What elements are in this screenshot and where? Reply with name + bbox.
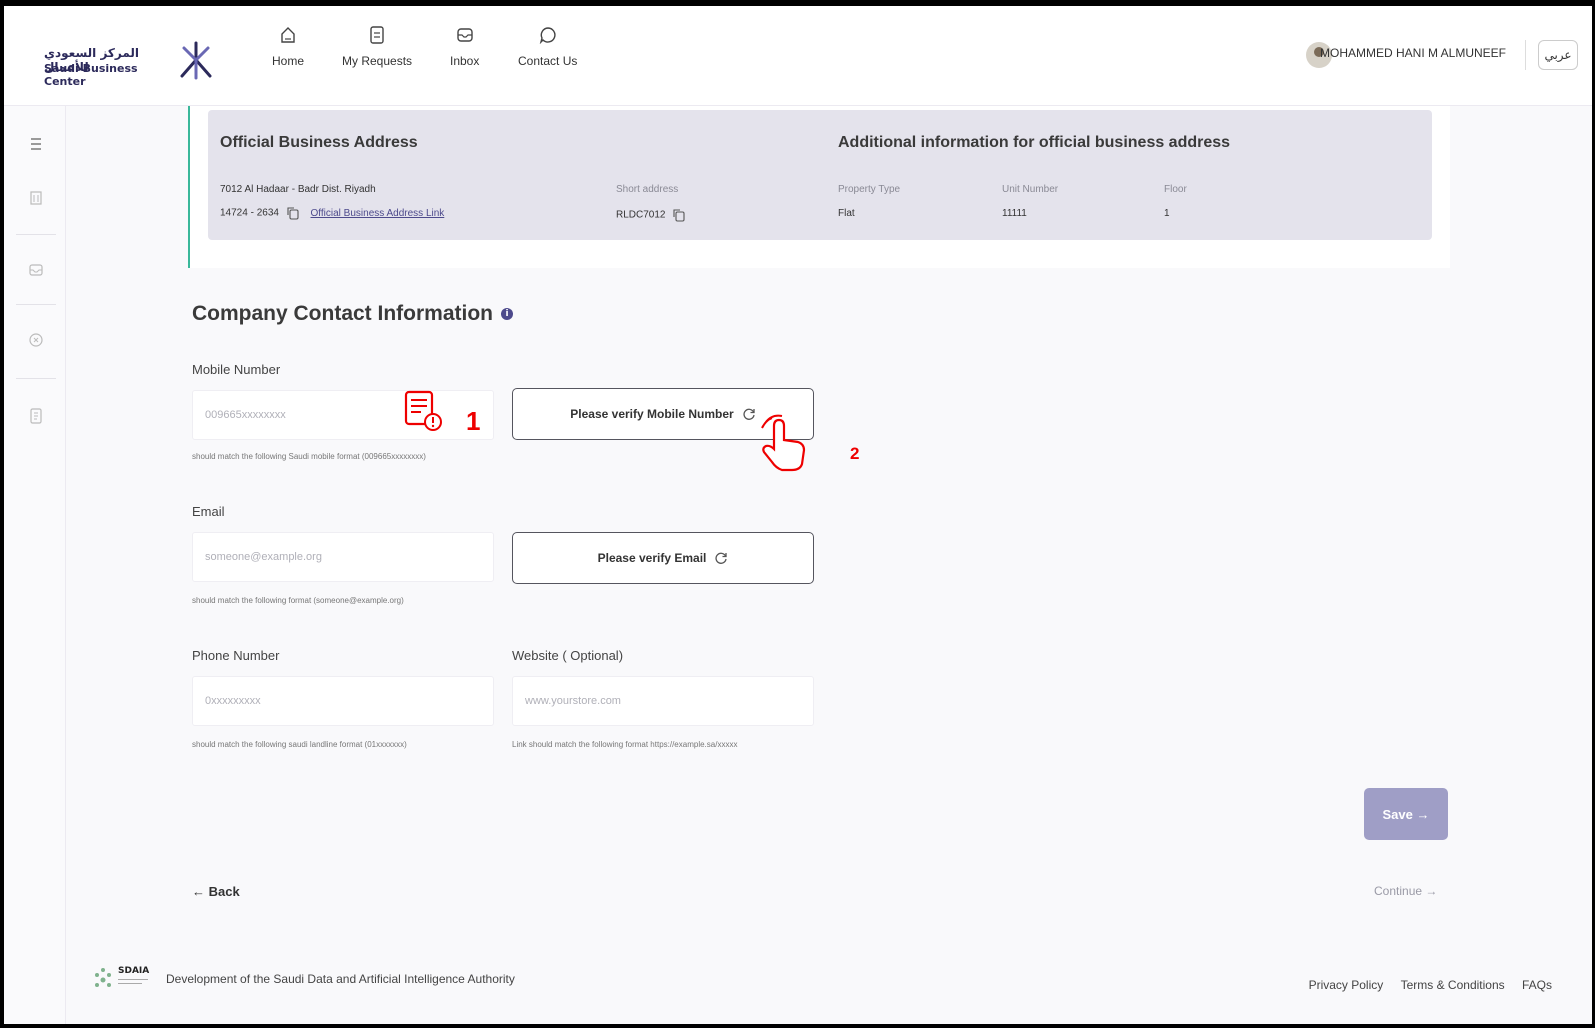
footer-links: Privacy Policy Terms & Conditions FAQs — [1295, 978, 1552, 992]
sidebar-divider — [16, 234, 56, 235]
faqs-link[interactable]: FAQs — [1522, 978, 1552, 992]
refresh-icon — [715, 552, 728, 564]
short-address-label: Short address — [616, 184, 679, 195]
saudi-business-center-logo[interactable]: المركز السعودي للأعمال Saudi Business Ce… — [44, 26, 224, 88]
official-address-title: Official Business Address — [220, 134, 418, 151]
address-line-1: 7012 Al Hadaar - Badr Dist. Riyadh — [220, 184, 376, 195]
header-divider — [1525, 40, 1526, 70]
form-warning-icon — [404, 390, 442, 431]
official-address-link[interactable]: Official Business Address Link — [311, 208, 445, 219]
floor-label: Floor — [1164, 184, 1187, 195]
sidebar-divider — [16, 304, 56, 305]
nav-my-requests[interactable]: My Requests — [342, 26, 412, 68]
sidebar-inbox-icon[interactable] — [28, 262, 44, 278]
nav-my-requests-label: My Requests — [342, 54, 413, 68]
address-card: Official Business Address 7012 Al Hadaar… — [188, 106, 1450, 268]
inbox-icon — [456, 28, 473, 42]
additional-info-title: Additional information for official busi… — [838, 134, 1231, 151]
mobile-number-hint: should match the following Saudi mobile … — [192, 452, 426, 461]
copy-icon[interactable] — [286, 206, 300, 220]
privacy-policy-link[interactable]: Privacy Policy — [1309, 978, 1384, 992]
email-hint: should match the following format (someo… — [192, 596, 404, 605]
property-type-value: Flat — [838, 208, 855, 219]
website-input[interactable]: www.yourstore.com — [512, 676, 814, 726]
phone-number-hint: should match the following saudi landlin… — [192, 740, 407, 749]
email-label: Email — [192, 504, 225, 519]
sdaia-logo-line — [118, 983, 142, 984]
verify-email-button[interactable]: Please verify Email — [512, 532, 814, 584]
nav-home[interactable]: Home — [272, 26, 304, 68]
app-frame: المركز السعودي للأعمال Saudi Business Ce… — [4, 6, 1592, 1024]
info-icon[interactable]: i — [501, 308, 514, 321]
report-icon[interactable] — [28, 408, 44, 424]
document-icon — [370, 26, 384, 44]
nav-inbox[interactable]: Inbox — [450, 26, 479, 68]
verify-mobile-label: Please verify Mobile Number — [570, 407, 734, 421]
logo-english-text: Saudi Business Center — [44, 62, 138, 88]
left-sidebar — [4, 106, 66, 1024]
address-panel: Official Business Address 7012 Al Hadaar… — [208, 110, 1432, 240]
continue-button[interactable]: Continue → — [1374, 884, 1437, 898]
mobile-number-label: Mobile Number — [192, 362, 281, 377]
website-hint: Link should match the following format h… — [512, 740, 738, 749]
step-2-annotation: 2 — [850, 444, 860, 463]
company-contact-title: Company Contact Information i — [192, 302, 514, 326]
user-name[interactable]: MOHAMMED HANI M ALMUNEEF — [1320, 46, 1506, 60]
sdaia-emblem-icon — [95, 968, 111, 987]
sdaia-logo-text: SDAIA — [118, 966, 150, 976]
top-header: المركز السعودي للأعمال Saudi Business Ce… — [4, 6, 1592, 106]
sdaia-logo: SDAIA — [92, 964, 158, 994]
mobile-number-input[interactable]: 009665xxxxxxxx — [192, 390, 494, 440]
short-address-row: RLDC7012 — [616, 208, 686, 222]
copy-icon[interactable] — [672, 208, 686, 222]
menu-icon[interactable] — [28, 136, 44, 152]
unit-number-value: 11111 — [1002, 208, 1027, 219]
save-button[interactable]: Save → — [1364, 788, 1448, 840]
terms-link[interactable]: Terms & Conditions — [1401, 978, 1505, 992]
logo-star-icon — [180, 41, 212, 80]
address-line-2: 14724 - 2634 — [220, 207, 279, 219]
sdaia-logo-line — [118, 979, 148, 980]
company-contact-title-text: Company Contact Information — [192, 302, 494, 325]
language-toggle-button[interactable]: عربي — [1538, 40, 1578, 70]
footer-credit: Development of the Saudi Data and Artifi… — [166, 972, 515, 986]
building-icon[interactable] — [28, 190, 44, 206]
home-icon — [281, 27, 295, 43]
nav-contact-us[interactable]: Contact Us — [518, 26, 577, 68]
phone-number-label: Phone Number — [192, 648, 280, 663]
unit-number-label: Unit Number — [1002, 184, 1059, 195]
back-button[interactable]: ← Back — [192, 884, 240, 899]
nav-contact-us-label: Contact Us — [518, 54, 578, 68]
click-hand-icon — [761, 414, 806, 472]
sidebar-divider — [16, 378, 56, 379]
short-address-value: RLDC7012 — [616, 209, 666, 221]
email-input[interactable]: someone@example.org — [192, 532, 494, 582]
property-type-label: Property Type — [838, 184, 901, 195]
chat-icon — [539, 27, 556, 44]
verify-email-label: Please verify Email — [597, 551, 707, 565]
phone-number-input[interactable]: 0xxxxxxxxx — [192, 676, 494, 726]
address-line-2-row: 14724 - 2634 Official Business Address L… — [220, 206, 444, 220]
floor-value: 1 — [1164, 208, 1170, 219]
website-label: Website ( Optional) — [512, 648, 624, 663]
close-circle-icon[interactable] — [28, 332, 44, 348]
main-content: Official Business Address 7012 Al Hadaar… — [66, 106, 1592, 1024]
nav-home-label: Home — [272, 54, 305, 68]
nav-inbox-label: Inbox — [450, 54, 480, 68]
step-1-annotation: 1 — [466, 406, 481, 436]
